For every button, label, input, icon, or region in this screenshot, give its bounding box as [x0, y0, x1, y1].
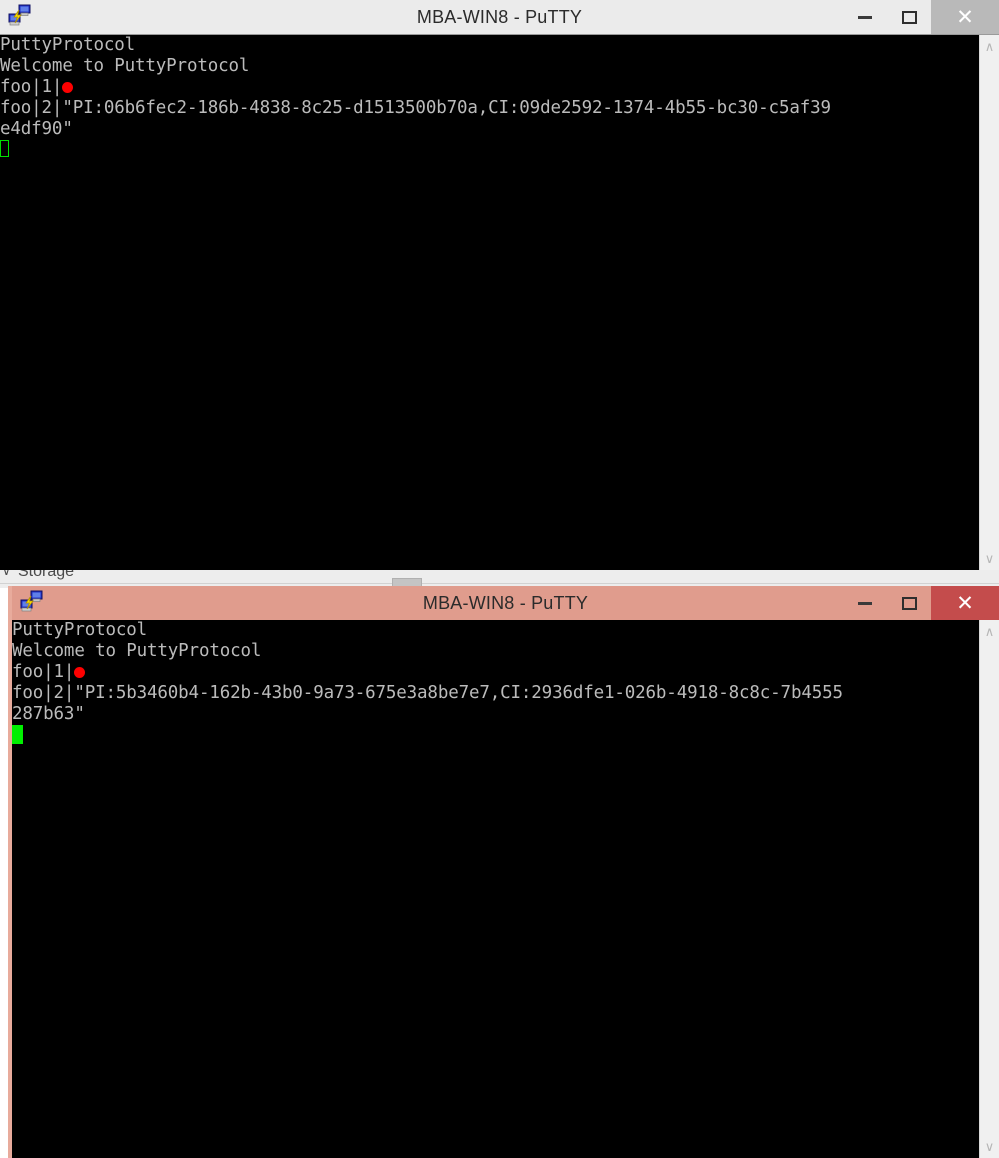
scroll-down-icon[interactable]: ∨ [985, 547, 995, 570]
putty-icon [7, 4, 33, 30]
maximize-icon [901, 10, 917, 24]
background-window-label: Storage [18, 570, 75, 580]
terminal-line: PuttyProtocol [0, 35, 136, 55]
maximize-icon [901, 596, 917, 610]
terminal-line: PuttyProtocol [12, 620, 148, 640]
maximize-button[interactable] [887, 586, 931, 620]
terminal-scrollbar-foreground-window[interactable]: ∧ ∨ [979, 620, 999, 1158]
terminal-output-background[interactable]: PuttyProtocol Welcome to PuttyProtocol f… [0, 35, 979, 570]
terminal-area-background-window: PuttyProtocol Welcome to PuttyProtocol f… [0, 34, 999, 570]
terminal-line-with-marker: foo|1| [12, 662, 979, 683]
terminal-line-text: foo|1| [12, 662, 75, 682]
maximize-button[interactable] [887, 0, 931, 34]
close-icon: ✕ [956, 5, 974, 29]
minimize-icon [858, 601, 872, 605]
terminal-line: Welcome to PuttyProtocol [12, 641, 262, 661]
putty-icon [19, 590, 45, 616]
window-controls[interactable]: ✕ [843, 586, 999, 620]
terminal-cursor [12, 725, 23, 744]
terminal-area-foreground-window: PuttyProtocol Welcome to PuttyProtocol f… [12, 620, 999, 1158]
titlebar-foreground-window[interactable]: MBA-WIN8 - PuTTY ✕ [12, 586, 999, 620]
putty-window-background[interactable]: MBA-WIN8 - PuTTY ✕ PuttyProtocol Welcome… [0, 0, 999, 570]
terminal-cursor-line [0, 140, 979, 161]
putty-window-foreground[interactable]: MBA-WIN8 - PuTTY ✕ PuttyProtocol Welcome… [8, 586, 999, 1158]
terminal-line: foo|2|"PI:5b3460b4-162b-43b0-9a73-675e3a… [12, 683, 843, 703]
close-icon: ✕ [956, 591, 974, 615]
minimize-button[interactable] [843, 0, 887, 34]
chevron-down-icon: ∨ [2, 570, 11, 578]
terminal-line: foo|2|"PI:06b6fec2-186b-4838-8c25-d15135… [0, 98, 831, 118]
minimize-icon [858, 15, 872, 19]
terminal-output-foreground[interactable]: PuttyProtocol Welcome to PuttyProtocol f… [12, 620, 979, 1158]
terminal-line: Welcome to PuttyProtocol [0, 56, 250, 76]
terminal-cursor [0, 140, 9, 157]
terminal-line-with-marker: foo|1| [0, 77, 979, 98]
scroll-up-icon[interactable]: ∧ [985, 620, 995, 643]
terminal-line: 287b63" [12, 704, 85, 724]
window-controls[interactable]: ✕ [843, 0, 999, 34]
divider [0, 583, 999, 584]
terminal-cursor-line [12, 725, 979, 746]
minimize-button[interactable] [843, 586, 887, 620]
terminal-line-text: foo|1| [0, 77, 63, 97]
red-dot-marker [74, 667, 86, 678]
scroll-up-icon[interactable]: ∧ [985, 35, 995, 58]
terminal-line: e4df90" [0, 119, 73, 139]
close-button[interactable]: ✕ [931, 586, 999, 620]
scroll-down-icon[interactable]: ∨ [985, 1135, 995, 1158]
terminal-scrollbar-background-window[interactable]: ∧ ∨ [979, 35, 999, 570]
titlebar-background-window[interactable]: MBA-WIN8 - PuTTY ✕ [0, 0, 999, 34]
red-dot-marker [62, 82, 74, 93]
close-button[interactable]: ✕ [931, 0, 999, 34]
